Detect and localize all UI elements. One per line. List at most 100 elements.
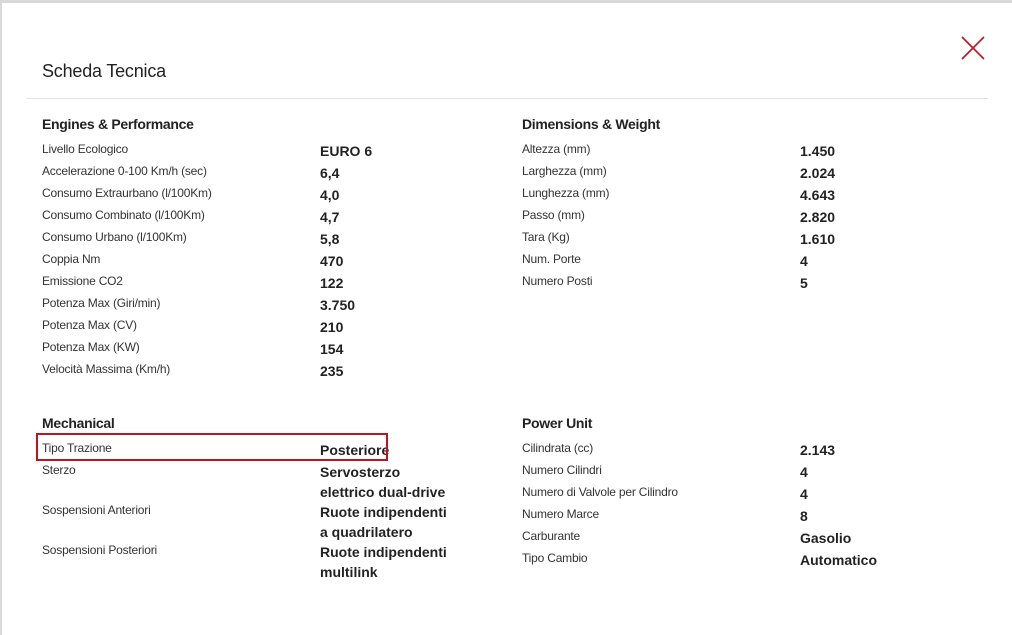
spec-label: Sterzo — [42, 463, 76, 477]
spec-value: 8 — [800, 508, 808, 524]
spec-row: Consumo Urbano (l/100Km) 5,8 — [42, 228, 502, 250]
spec-value: 2.143 — [800, 442, 836, 458]
spec-label: Coppia Nm — [42, 252, 101, 266]
spec-row: Livello Ecologico EURO 6 — [42, 140, 502, 162]
spec-value: 6,4 — [320, 165, 340, 181]
section-dimensions-weight: Dimensions & Weight Altezza (mm) 1.450 La… — [522, 115, 982, 294]
spec-value: 4,0 — [320, 187, 340, 203]
spec-label: Larghezza (mm) — [522, 164, 607, 178]
spec-value: 4 — [800, 464, 808, 480]
spec-value: 5 — [800, 275, 808, 291]
close-button[interactable] — [957, 33, 989, 65]
spec-label: Livello Ecologico — [42, 142, 128, 156]
spec-label: Numero di Valvole per Cilindro — [522, 485, 678, 499]
spec-label: Potenza Max (KW) — [42, 340, 140, 354]
spec-value: 1.450 — [800, 143, 836, 159]
section-heading: Dimensions & Weight — [522, 116, 660, 132]
spec-label: Numero Marce — [522, 507, 599, 521]
spec-row: Cilindrata (cc) 2.143 — [522, 439, 982, 461]
spec-value: Ruote indipendenti multilink — [320, 544, 447, 580]
spec-row: Lunghezza (mm) 4.643 — [522, 184, 982, 206]
section-power-unit: Power Unit Cilindrata (cc) 2.143 Numero C… — [522, 414, 982, 571]
spec-value: EURO 6 — [320, 143, 373, 159]
spec-label: Numero Posti — [522, 274, 593, 288]
spec-row: Sospensioni Anteriori Ruote indipendenti … — [42, 501, 502, 541]
spec-row: Emissione CO2 122 — [42, 272, 502, 294]
spec-label: Num. Porte — [522, 252, 581, 266]
spec-label: Potenza Max (CV) — [42, 318, 137, 332]
spec-row: Potenza Max (KW) 154 — [42, 338, 502, 360]
section-mechanical: Mechanical Tipo Trazione Posteriore Sterz… — [42, 414, 502, 581]
spec-row: Consumo Combinato (l/100Km) 4,7 — [42, 206, 502, 228]
spec-row: Altezza (mm) 1.450 — [522, 140, 982, 162]
spec-label: Passo (mm) — [522, 208, 585, 222]
spec-row: Potenza Max (CV) 210 — [42, 316, 502, 338]
spec-row: Tara (Kg) 1.610 — [522, 228, 982, 250]
spec-value: 154 — [320, 341, 344, 357]
spec-value: Servosterzo elettrico dual-drive — [320, 464, 446, 500]
spec-list: Cilindrata (cc) 2.143 Numero Cilindri 4 Nu… — [522, 439, 982, 571]
spec-value: 235 — [320, 363, 344, 379]
spec-label: Altezza (mm) — [522, 142, 591, 156]
spec-row: Coppia Nm 470 — [42, 250, 502, 272]
spec-row: Larghezza (mm) 2.024 — [522, 162, 982, 184]
spec-value: 2.820 — [800, 209, 836, 225]
spec-row: Numero Cilindri 4 — [522, 461, 982, 483]
spec-label: Tipo Cambio — [522, 551, 588, 565]
spec-value: Automatico — [800, 552, 877, 568]
spec-list: Livello Ecologico EURO 6 Accelerazione 0-… — [42, 140, 502, 382]
spec-value: 2.024 — [800, 165, 836, 181]
section-heading: Engines & Performance — [42, 116, 194, 132]
spec-label: Sospensioni Posteriori — [42, 543, 157, 557]
spec-label: Consumo Combinato (l/100Km) — [42, 208, 205, 222]
spec-value: 470 — [320, 253, 344, 269]
spec-value: 4,7 — [320, 209, 340, 225]
spec-value: Posteriore — [320, 442, 390, 458]
spec-row: Passo (mm) 2.820 — [522, 206, 982, 228]
spec-row: Numero Marce 8 — [522, 505, 982, 527]
spec-label: Accelerazione 0-100 Km/h (sec) — [42, 164, 207, 178]
spec-label: Numero Cilindri — [522, 463, 602, 477]
spec-label: Velocità Massima (Km/h) — [42, 362, 171, 376]
spec-value: 5,8 — [320, 231, 340, 247]
spec-value: 1.610 — [800, 231, 836, 247]
section-heading: Mechanical — [42, 415, 115, 431]
spec-value: Gasolio — [800, 530, 852, 546]
spec-value: 122 — [320, 275, 344, 291]
spec-label: Emissione CO2 — [42, 274, 123, 288]
title-divider — [26, 98, 988, 99]
spec-value: 210 — [320, 319, 344, 335]
spec-row: Accelerazione 0-100 Km/h (sec) 6,4 — [42, 162, 502, 184]
spec-label: Consumo Extraurbano (l/100Km) — [42, 186, 212, 200]
spec-row: Numero di Valvole per Cilindro 4 — [522, 483, 982, 505]
spec-list: Altezza (mm) 1.450 Larghezza (mm) 2.024 Lu… — [522, 140, 982, 294]
spec-label: Tara (Kg) — [522, 230, 570, 244]
spec-row: Consumo Extraurbano (l/100Km) 4,0 — [42, 184, 502, 206]
spec-label: Consumo Urbano (l/100Km) — [42, 230, 187, 244]
spec-value: 4 — [800, 253, 808, 269]
spec-row: Numero Posti 5 — [522, 272, 982, 294]
close-icon — [961, 36, 985, 60]
spec-sheet-modal: Scheda Tecnica Engines & Performance Liv… — [2, 3, 1012, 635]
section-engines-performance: Engines & Performance Livello Ecologico E… — [42, 115, 502, 382]
spec-label: Potenza Max (Giri/min) — [42, 296, 161, 310]
spec-label: Cilindrata (cc) — [522, 441, 594, 455]
spec-label: Sospensioni Anteriori — [42, 503, 151, 517]
section-heading: Power Unit — [522, 415, 593, 431]
spec-row: Carburante Gasolio — [522, 527, 982, 549]
spec-value: 4 — [800, 486, 808, 502]
spec-row: Potenza Max (Giri/min) 3.750 — [42, 294, 502, 316]
spec-value: 3.750 — [320, 297, 356, 313]
spec-row: Sospensioni Posteriori Ruote indipendenti… — [42, 541, 502, 581]
spec-value: 4.643 — [800, 187, 836, 203]
spec-row: Sterzo Servosterzo elettrico dual-drive — [42, 461, 502, 501]
modal-title: Scheda Tecnica — [42, 61, 166, 81]
spec-list: Tipo Trazione Posteriore Sterzo Servosterz… — [42, 439, 502, 581]
spec-label: Tipo Trazione — [42, 441, 112, 455]
spec-row: Tipo Cambio Automatico — [522, 549, 982, 571]
spec-row: Num. Porte 4 — [522, 250, 982, 272]
spec-label: Lunghezza (mm) — [522, 186, 610, 200]
spec-value: Ruote indipendenti a quadrilatero — [320, 504, 447, 540]
spec-row: Velocità Massima (Km/h) 235 — [42, 360, 502, 382]
spec-label: Carburante — [522, 529, 581, 543]
